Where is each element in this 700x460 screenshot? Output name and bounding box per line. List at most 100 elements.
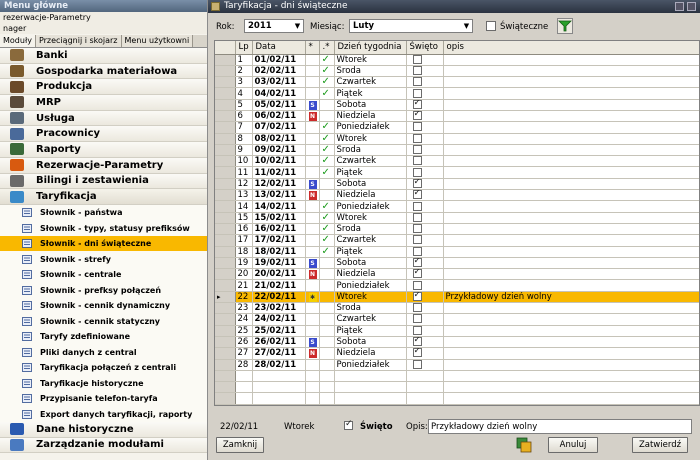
module-item[interactable]: Bilingi i zestawienia xyxy=(0,173,207,190)
column-header-star[interactable]: * xyxy=(305,41,320,55)
module-item[interactable]: Usługa xyxy=(0,110,207,127)
row-selector[interactable] xyxy=(215,133,236,145)
month-select[interactable]: Luty ▼ xyxy=(349,19,473,33)
table-row[interactable]: 1 01/02/11 ✓ Wtorek xyxy=(215,54,699,66)
tab-user-menu[interactable]: Menu użytkowni xyxy=(121,35,194,47)
submenu-item[interactable]: Słownik - państwa xyxy=(0,204,207,221)
row-selector[interactable] xyxy=(215,200,236,213)
holiday-checkbox[interactable] xyxy=(412,110,422,121)
table-row[interactable]: 10 10/02/11 ✓ Czwartek xyxy=(215,155,699,168)
submenu-item[interactable]: Słownik - typy, statusy prefiksów xyxy=(0,220,207,236)
holiday-checkbox[interactable] xyxy=(412,122,422,132)
row-selector[interactable] xyxy=(215,76,236,89)
holiday-checkbox[interactable] xyxy=(412,269,422,279)
module-item[interactable]: Banki xyxy=(0,48,207,64)
holiday-checkbox[interactable] xyxy=(412,65,422,75)
holiday-checkbox[interactable] xyxy=(412,99,422,109)
submenu-item[interactable]: Pliki danych z central xyxy=(0,344,207,360)
row-selector[interactable] xyxy=(215,359,236,371)
minimize-icon[interactable] xyxy=(675,2,684,11)
holiday-checkbox[interactable] xyxy=(412,336,422,347)
table-row[interactable]: 21 21/02/11 Poniedziałek xyxy=(215,279,699,292)
submenu-item[interactable]: Słownik - strefy xyxy=(0,251,207,267)
module-item[interactable]: Gospodarka materiałowa xyxy=(0,63,207,80)
holiday-checkbox[interactable] xyxy=(412,280,422,290)
table-row[interactable]: 28 28/02/11 Poniedziałek xyxy=(215,359,699,371)
table-row[interactable]: 9 09/02/11 ✓ Środa xyxy=(215,144,699,157)
table-row[interactable]: 4 04/02/11 ✓ Piątek xyxy=(215,87,699,100)
table-row[interactable]: 12 12/02/11 S Sobota xyxy=(215,178,699,191)
year-select[interactable]: 2011 ▼ xyxy=(244,19,304,33)
column-header-lp[interactable]: Lp xyxy=(235,41,253,55)
row-selector[interactable] xyxy=(215,166,236,179)
holiday-checkbox[interactable] xyxy=(412,257,422,267)
row-selector[interactable]: ▸ xyxy=(215,291,236,304)
column-header-date[interactable]: Data xyxy=(252,41,306,55)
holiday-checkbox[interactable] xyxy=(412,212,422,222)
holiday-checkbox[interactable] xyxy=(412,190,422,200)
module-item[interactable]: Rezerwacje-Parametry xyxy=(0,157,207,174)
row-selector[interactable] xyxy=(215,313,236,326)
submenu-item[interactable]: Słownik - cennik dynamiczny xyxy=(0,297,207,314)
module-item[interactable]: Produkcja xyxy=(0,79,207,96)
row-selector[interactable] xyxy=(215,144,236,157)
column-header-holiday[interactable]: Święto xyxy=(406,41,444,55)
holiday-checkbox[interactable] xyxy=(412,54,422,64)
tab-drag-associate[interactable]: Przeciągnij i skojarz xyxy=(35,35,122,47)
row-selector[interactable] xyxy=(215,87,236,100)
holidays-filter-checkbox[interactable] xyxy=(486,21,496,31)
table-row[interactable]: 26 26/02/11 S Sobota xyxy=(215,336,699,349)
holiday-checkbox[interactable] xyxy=(412,156,422,166)
column-header-weekday[interactable]: Dzień tygodnia xyxy=(334,41,407,55)
module-item[interactable]: MRP xyxy=(0,95,207,111)
row-selector[interactable] xyxy=(215,223,236,236)
table-row[interactable]: 13 13/02/11 N Niedziela xyxy=(215,189,699,202)
submenu-item[interactable]: Taryfikacje historyczne xyxy=(0,375,207,391)
close-button[interactable]: Zamknij xyxy=(216,437,264,453)
row-selector[interactable] xyxy=(215,189,236,202)
submenu-item[interactable]: Słownik - prefksy połączeń xyxy=(0,282,207,298)
table-row[interactable]: 19 19/02/11 S Sobota xyxy=(215,257,699,270)
row-selector[interactable] xyxy=(215,155,236,168)
table-row[interactable]: 27 27/02/11 N Niedziela xyxy=(215,347,699,360)
row-selector[interactable] xyxy=(215,336,236,349)
cancel-button[interactable]: Anuluj xyxy=(548,437,598,453)
submenu-item[interactable]: Słownik - centrale xyxy=(0,266,207,283)
holiday-checkbox[interactable] xyxy=(412,291,422,301)
holiday-checkbox[interactable] xyxy=(412,178,422,188)
column-header-dot-star[interactable]: .* xyxy=(319,41,335,55)
module-item[interactable]: Raporty xyxy=(0,142,207,158)
row-selector[interactable] xyxy=(215,121,236,134)
apply-icon[interactable] xyxy=(516,437,532,453)
table-row[interactable]: 3 03/02/11 ✓ Czwartek xyxy=(215,76,699,89)
table-row[interactable]: 16 16/02/11 ✓ Środa xyxy=(215,223,699,236)
submenu-item[interactable]: Taryfy zdefiniowane xyxy=(0,328,207,345)
row-selector[interactable] xyxy=(215,212,236,224)
row-selector[interactable] xyxy=(215,279,236,292)
row-selector[interactable] xyxy=(215,347,236,360)
holiday-checkbox[interactable] xyxy=(412,145,422,155)
row-selector[interactable] xyxy=(215,110,236,123)
holiday-checkbox[interactable] xyxy=(412,325,422,335)
row-selector[interactable] xyxy=(215,325,236,337)
table-row[interactable]: 11 11/02/11 ✓ Piątek xyxy=(215,166,699,179)
holiday-checkbox[interactable] xyxy=(412,224,422,234)
table-row[interactable]: 17 17/02/11 ✓ Czwartek xyxy=(215,234,699,247)
table-row[interactable]: 15 15/02/11 ✓ Wtorek xyxy=(215,212,699,224)
submenu-item[interactable]: Słownik - cennik statyczny xyxy=(0,313,207,329)
filter-button[interactable] xyxy=(557,18,573,34)
holiday-checkbox[interactable] xyxy=(412,303,422,313)
row-selector[interactable] xyxy=(215,178,236,191)
holiday-checkbox[interactable] xyxy=(412,359,422,369)
module-item[interactable]: Pracownicy xyxy=(0,126,207,143)
row-selector[interactable] xyxy=(215,257,236,270)
row-selector[interactable] xyxy=(215,99,236,111)
column-header-description[interactable]: opis xyxy=(443,41,699,55)
holiday-checkbox[interactable] xyxy=(412,235,422,245)
module-item[interactable]: Dane historyczne xyxy=(0,421,207,438)
row-selector[interactable] xyxy=(215,268,236,281)
submenu-item[interactable]: Export danych taryfikacji, raporty xyxy=(0,406,207,422)
table-row[interactable]: 8 08/02/11 ✓ Wtorek xyxy=(215,133,699,145)
detail-description-input[interactable] xyxy=(428,419,692,434)
table-row[interactable]: 20 20/02/11 N Niedziela xyxy=(215,268,699,281)
